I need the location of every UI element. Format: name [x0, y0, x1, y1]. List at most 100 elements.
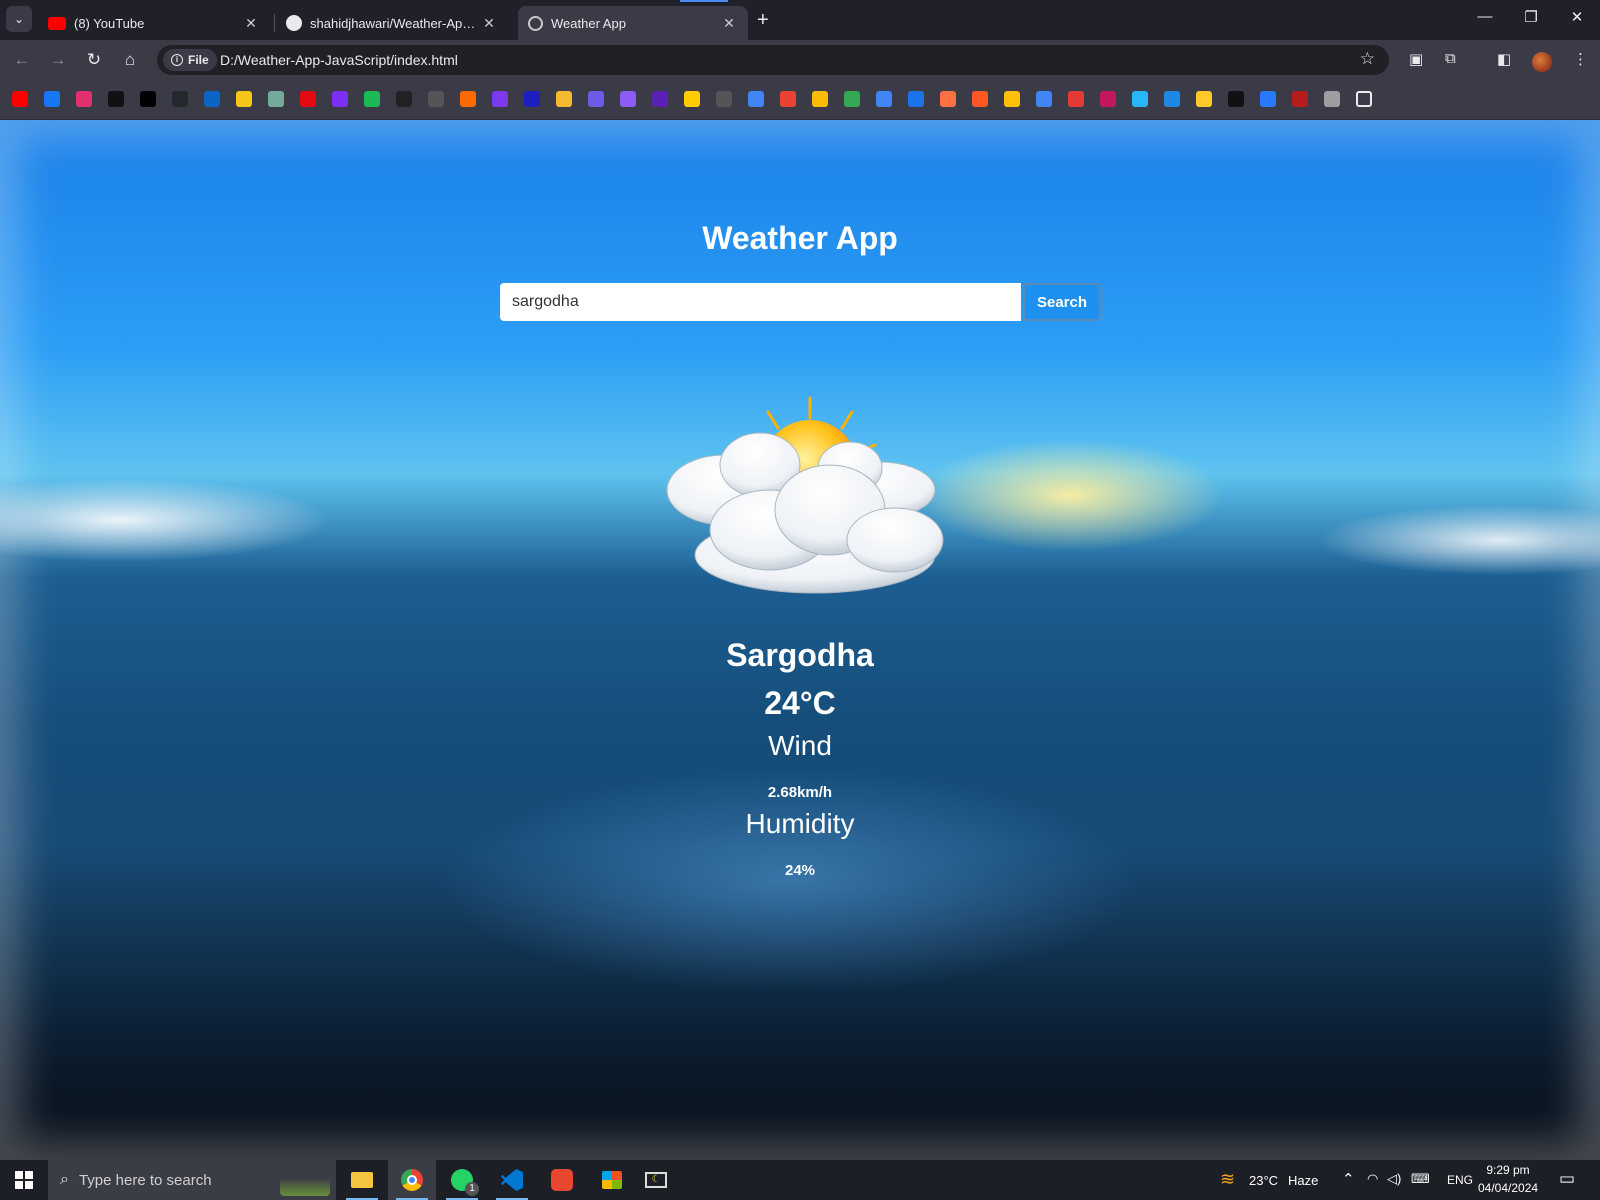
globe-icon: [528, 15, 543, 31]
bookmark-favicon-icon[interactable]: [76, 91, 92, 107]
bookmark-favicon-icon[interactable]: [1164, 91, 1180, 107]
bookmark-favicon-icon[interactable]: [364, 91, 380, 107]
address-bar[interactable]: i File D:/Weather-App-JavaScript/index.h…: [157, 45, 1389, 75]
night-light-app[interactable]: ☾: [632, 1160, 680, 1200]
windows-taskbar: ⌕ Type here to search 1 ☾ ≋ 23°C Haze ⌃ …: [0, 1160, 1600, 1200]
bookmark-favicon-icon[interactable]: [524, 91, 540, 107]
reload-button[interactable]: ↻: [82, 48, 106, 72]
keyboard-icon[interactable]: ⌨: [1411, 1171, 1430, 1187]
close-icon[interactable]: ✕: [720, 15, 738, 32]
bookmark-favicon-icon[interactable]: [684, 91, 700, 107]
start-button[interactable]: [0, 1160, 48, 1200]
tab-search-button[interactable]: ⌄: [6, 6, 32, 32]
bookmark-favicon-icon[interactable]: [780, 91, 796, 107]
city-search-input[interactable]: [500, 283, 1021, 321]
network-icon[interactable]: ◠: [1367, 1171, 1378, 1187]
clock-date[interactable]: 04/04/2024: [1478, 1181, 1538, 1195]
store-icon: [602, 1171, 622, 1189]
bookmark-star-icon[interactable]: ☆: [1360, 49, 1375, 69]
restore-button[interactable]: ❐: [1508, 8, 1554, 26]
bookmark-favicon-icon[interactable]: [908, 91, 924, 107]
minimize-button[interactable]: —: [1462, 8, 1508, 25]
bookmark-favicon-icon[interactable]: [1068, 91, 1084, 107]
bookmark-favicon-icon[interactable]: [1228, 91, 1244, 107]
youtube-icon: [48, 16, 66, 30]
bookmark-favicon-icon[interactable]: [588, 91, 604, 107]
bookmark-favicon-icon[interactable]: [652, 91, 668, 107]
search-button[interactable]: Search: [1023, 283, 1101, 321]
bookmark-favicon-icon[interactable]: [492, 91, 508, 107]
bookmark-favicon-icon[interactable]: [1036, 91, 1052, 107]
tab-github[interactable]: shahidjhawari/Weather-App-JavaScript ✕: [276, 6, 508, 40]
site-info-chip[interactable]: i File: [163, 49, 217, 71]
bookmark-favicon-icon[interactable]: [1292, 91, 1308, 107]
taskbar-search-box[interactable]: ⌕ Type here to search: [48, 1160, 336, 1200]
notifications-icon[interactable]: ▭: [1559, 1169, 1575, 1189]
bookmark-favicon-icon[interactable]: [1132, 91, 1148, 107]
new-tab-button[interactable]: +: [757, 9, 769, 32]
bookmark-favicon-icon[interactable]: [332, 91, 348, 107]
bookmark-favicon-icon[interactable]: [844, 91, 860, 107]
bookmark-favicon-icon[interactable]: [396, 91, 412, 107]
bookmark-favicon-icon[interactable]: [236, 91, 252, 107]
bookmark-favicon-icon[interactable]: [1004, 91, 1020, 107]
language-indicator[interactable]: ENG: [1447, 1173, 1473, 1187]
extensions-icon[interactable]: ⧉: [1445, 50, 1456, 67]
bookmark-favicon-icon[interactable]: [748, 91, 764, 107]
profile-avatar[interactable]: [1532, 52, 1552, 72]
tab-weather-app[interactable]: Weather App ✕: [518, 6, 748, 40]
tray-weather-temp[interactable]: 23°C: [1249, 1173, 1278, 1188]
page-viewport: Weather App Search: [0, 120, 1600, 1160]
chevron-up-icon[interactable]: ⌃: [1342, 1170, 1355, 1188]
chrome-app[interactable]: [388, 1160, 436, 1200]
bookmark-favicon-icon[interactable]: [204, 91, 220, 107]
url-text[interactable]: D:/Weather-App-JavaScript/index.html: [220, 52, 458, 68]
vscode-app[interactable]: [488, 1160, 536, 1200]
bookmark-favicon-icon[interactable]: [620, 91, 636, 107]
info-icon: i: [171, 54, 183, 66]
bookmark-favicon-icon[interactable]: [556, 91, 572, 107]
bookmark-favicon-icon[interactable]: [1100, 91, 1116, 107]
tab-youtube[interactable]: (8) YouTube ✕: [38, 6, 270, 40]
forward-button[interactable]: →: [46, 48, 70, 72]
humidity-label: Humidity: [745, 808, 855, 839]
bookmark-favicon-icon[interactable]: [44, 91, 60, 107]
bookmark-favicon-icon[interactable]: [140, 91, 156, 107]
microsoft-store-app[interactable]: [588, 1160, 636, 1200]
tray-weather-condition[interactable]: Haze: [1288, 1173, 1318, 1188]
bookmark-favicon-icon[interactable]: [300, 91, 316, 107]
bookmark-folder-icon[interactable]: [1356, 91, 1372, 107]
bookmark-favicon-icon[interactable]: [172, 91, 188, 107]
bookmark-favicon-icon[interactable]: [428, 91, 444, 107]
close-window-button[interactable]: ✕: [1554, 8, 1600, 26]
clock-time[interactable]: 9:29 pm: [1478, 1163, 1538, 1177]
bookmark-favicon-icon[interactable]: [1324, 91, 1340, 107]
bookmark-favicon-icon[interactable]: [940, 91, 956, 107]
bookmark-favicon-icon[interactable]: [876, 91, 892, 107]
humidity-value: 24%: [784, 862, 816, 879]
tab-media-icon[interactable]: ▣: [1409, 50, 1423, 68]
screen-recorder-app[interactable]: [538, 1160, 586, 1200]
bookmark-favicon-icon[interactable]: [460, 91, 476, 107]
side-panel-icon[interactable]: ◧: [1497, 50, 1511, 68]
temperature: 24°C: [764, 685, 836, 721]
bookmark-favicon-icon[interactable]: [108, 91, 124, 107]
monitor-moon-icon: ☾: [645, 1172, 667, 1188]
volume-icon[interactable]: ◁): [1387, 1171, 1401, 1187]
bookmark-favicon-icon[interactable]: [716, 91, 732, 107]
bookmark-favicon-icon[interactable]: [812, 91, 828, 107]
browser-toolbar: ← → ↻ ⌂ i File D:/Weather-App-JavaScript…: [0, 40, 1600, 80]
bookmark-favicon-icon[interactable]: [1260, 91, 1276, 107]
bookmark-favicon-icon[interactable]: [1196, 91, 1212, 107]
home-button[interactable]: ⌂: [118, 48, 142, 72]
bookmark-favicon-icon[interactable]: [268, 91, 284, 107]
tab-title: Weather App: [551, 15, 626, 31]
bookmark-favicon-icon[interactable]: [12, 91, 28, 107]
back-button[interactable]: ←: [10, 48, 34, 72]
bookmark-favicon-icon[interactable]: [972, 91, 988, 107]
close-icon[interactable]: ✕: [242, 15, 260, 32]
close-icon[interactable]: ✕: [480, 15, 498, 32]
menu-icon[interactable]: ⋮: [1573, 50, 1588, 68]
file-explorer-app[interactable]: [338, 1160, 386, 1200]
whatsapp-app[interactable]: 1: [438, 1160, 486, 1200]
